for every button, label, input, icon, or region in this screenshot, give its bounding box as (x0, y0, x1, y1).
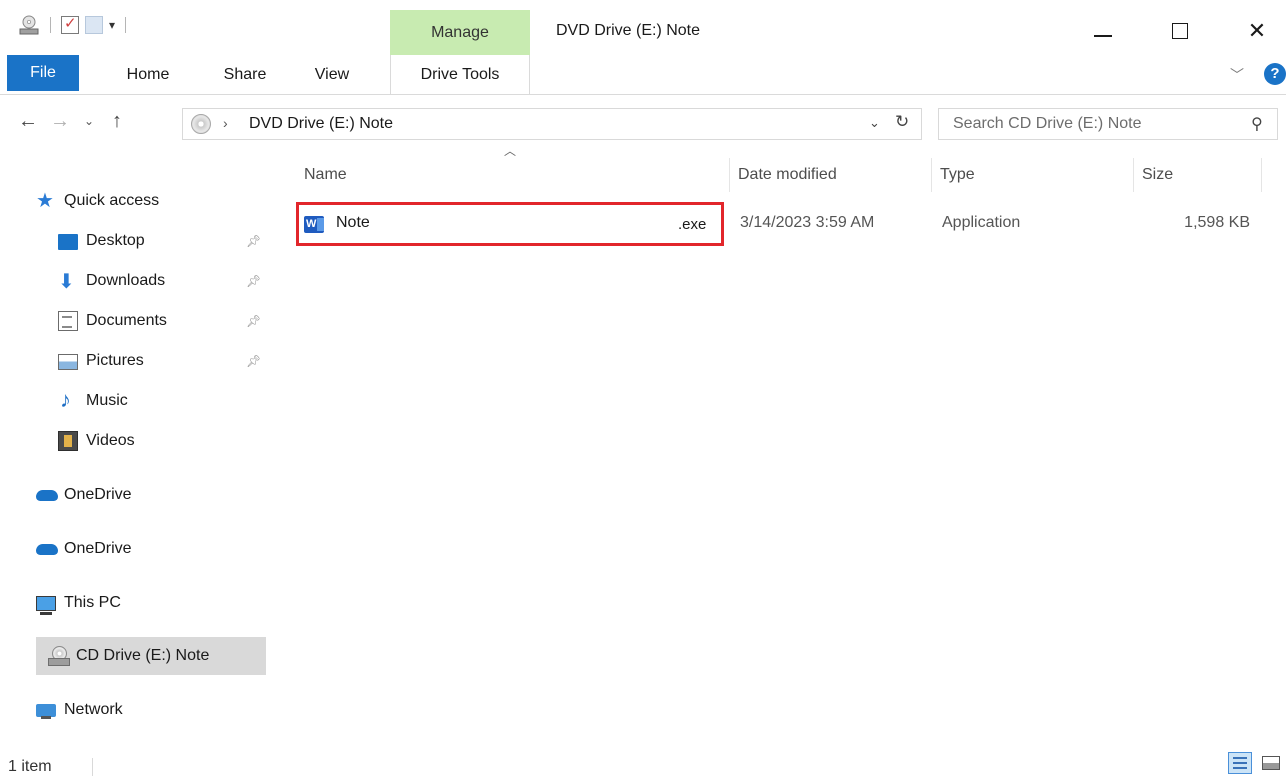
nav-cd-drive[interactable]: CD Drive (E:) Note (36, 637, 266, 675)
maximize-button[interactable] (1155, 14, 1205, 48)
nav-label: OneDrive (64, 540, 132, 557)
file-list: ︿ Name Date modified Type Size W Note .e… (296, 144, 1286, 740)
nav-label: Network (64, 701, 123, 718)
nav-videos[interactable]: Videos (58, 424, 266, 458)
tab-home[interactable]: Home (110, 55, 186, 95)
back-arrow-icon[interactable]: ← (18, 110, 38, 133)
pin-icon[interactable]: 📌︎ (246, 354, 261, 368)
nav-pictures[interactable]: Pictures 📌︎ (58, 344, 266, 378)
nav-label: CD Drive (E:) Note (76, 647, 210, 664)
drive-icon[interactable] (18, 14, 40, 36)
close-icon: ✕ (1247, 18, 1267, 43)
dvd-disc-icon (191, 114, 211, 134)
status-divider (92, 758, 93, 776)
up-arrow-icon[interactable]: ↑ (112, 110, 122, 133)
nav-label: Pictures (86, 352, 144, 369)
nav-label: Videos (86, 432, 135, 449)
nav-label: This PC (64, 594, 121, 611)
table-row[interactable]: W Note .exe 3/14/2023 3:59 AM Applicatio… (296, 202, 1262, 246)
close-button[interactable]: ✕ (1232, 14, 1282, 48)
nav-music[interactable]: Music (58, 384, 266, 418)
nav-downloads[interactable]: Downloads 📌︎ (58, 264, 266, 298)
refresh-icon[interactable]: ↻ (895, 112, 909, 132)
nav-onedrive-1[interactable]: OneDrive (36, 478, 266, 512)
tab-file[interactable]: File (7, 55, 79, 91)
sort-ascending-icon: ︿ (504, 144, 517, 158)
nav-this-pc[interactable]: This PC (36, 586, 266, 620)
expand-ribbon-chevron-icon[interactable]: ﹀ (1230, 65, 1244, 85)
file-date-modified: 3/14/2023 3:59 AM (740, 214, 875, 231)
recent-locations-chevron-icon[interactable]: ⌄ (84, 114, 94, 128)
navigation-row: ← → ⌄ ↑ › DVD Drive (E:) Note ⌄ ↻ ⚲ (0, 104, 1286, 144)
file-extension: .exe (678, 216, 707, 233)
desktop-icon (58, 234, 78, 250)
column-header-type[interactable]: Type (932, 158, 1134, 192)
toolbar-divider (50, 17, 51, 33)
music-icon (58, 387, 78, 413)
title-bar: ▾ Manage DVD Drive (E:) Note ✕ (0, 0, 1286, 55)
search-box[interactable]: ⚲ (938, 108, 1278, 140)
this-pc-icon (36, 595, 56, 615)
onedrive-cloud-icon (36, 539, 58, 559)
details-view-icon[interactable] (1228, 752, 1252, 774)
onedrive-cloud-icon (36, 485, 58, 505)
nav-documents[interactable]: Documents 📌︎ (58, 304, 266, 338)
nav-onedrive-2[interactable]: OneDrive (36, 532, 266, 566)
nav-network[interactable]: Network (36, 693, 266, 727)
address-history-chevron-icon[interactable]: ⌄ (869, 115, 880, 131)
new-folder-icon[interactable] (85, 16, 103, 34)
address-bar[interactable]: › DVD Drive (E:) Note ⌄ ↻ (182, 108, 922, 140)
manage-label: Manage (431, 24, 489, 41)
word-document-icon: W (304, 216, 324, 233)
navigation-pane: ★ Quick access Desktop 📌︎ Downloads 📌︎ D… (0, 150, 276, 740)
minimize-icon (1094, 35, 1112, 37)
search-input[interactable] (939, 109, 1239, 139)
tab-share[interactable]: Share (212, 55, 278, 95)
pin-icon[interactable]: 📌︎ (246, 234, 261, 248)
quick-access-toolbar: ▾ (18, 14, 130, 36)
column-header-size[interactable]: Size (1134, 158, 1262, 192)
manage-contextual-tab: Manage (390, 10, 530, 55)
nav-desktop[interactable]: Desktop 📌︎ (58, 224, 266, 258)
large-icons-view-icon[interactable] (1258, 752, 1282, 774)
nav-label: Quick access (64, 192, 160, 209)
nav-label: Downloads (86, 272, 166, 289)
network-icon (36, 700, 56, 720)
documents-icon (58, 311, 78, 331)
maximize-icon (1172, 23, 1188, 39)
tab-drive-tools[interactable]: Drive Tools (390, 55, 530, 95)
properties-icon[interactable] (61, 14, 79, 34)
help-icon[interactable]: ? (1264, 63, 1286, 85)
minimize-button[interactable] (1078, 14, 1128, 48)
star-icon: ★ (36, 190, 54, 212)
breadcrumb-dvd-drive[interactable]: DVD Drive (E:) Note (249, 115, 393, 133)
nav-label: OneDrive (64, 486, 132, 503)
nav-label: Desktop (86, 232, 145, 249)
column-header-name[interactable]: Name (296, 158, 730, 192)
status-bar: 1 item (0, 750, 1286, 781)
column-header-date-modified[interactable]: Date modified (730, 158, 932, 192)
toolbar-divider (125, 17, 127, 33)
ribbon-tabs: File Home Share View Drive Tools ﹀ ? (0, 55, 1286, 95)
downloads-icon (58, 269, 78, 294)
item-count: 1 item (8, 758, 52, 775)
file-type: Application (942, 214, 1021, 231)
window-title: DVD Drive (E:) Note (556, 22, 701, 39)
customize-toolbar-dropdown[interactable]: ▾ (109, 18, 115, 32)
breadcrumb-separator[interactable]: › (223, 115, 228, 131)
forward-arrow-icon[interactable]: → (50, 110, 70, 133)
videos-icon (58, 431, 78, 451)
pin-icon[interactable]: 📌︎ (246, 274, 261, 288)
nav-label: Music (86, 392, 128, 409)
search-icon[interactable]: ⚲ (1251, 114, 1263, 134)
nav-label: Documents (86, 312, 167, 329)
cd-drive-icon (48, 646, 70, 666)
file-name[interactable]: Note (336, 214, 370, 232)
nav-quick-access[interactable]: ★ Quick access (36, 184, 266, 218)
pictures-icon (58, 354, 78, 370)
tab-view[interactable]: View (302, 55, 362, 95)
pin-icon[interactable]: 📌︎ (246, 314, 261, 328)
file-size: 1,598 KB (1184, 214, 1250, 231)
